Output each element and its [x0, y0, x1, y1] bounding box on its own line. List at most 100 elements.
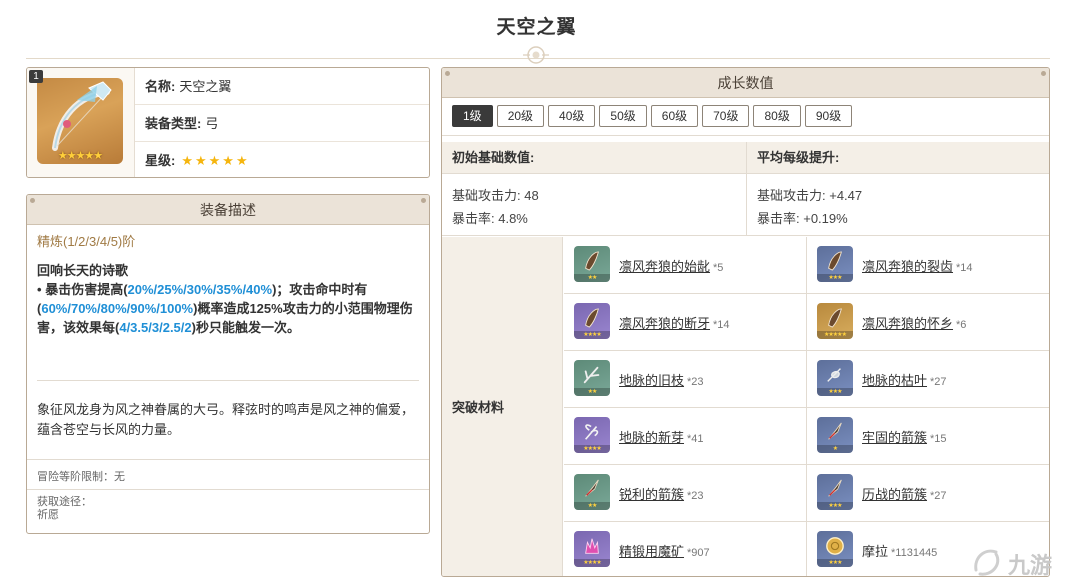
material-link[interactable]: 地脉的旧枝 *23 [619, 370, 704, 389]
material-count: *6 [956, 319, 967, 331]
info-key: 星级: [145, 153, 176, 168]
bullet: • [37, 282, 42, 297]
material-cell: ★★★★★ 凛风奔狼的怀乡 *6 [807, 294, 1049, 351]
coin-icon [826, 537, 844, 555]
ornament-icon [523, 46, 549, 64]
stat-value: 基础攻击力: +4.47 [757, 188, 863, 203]
material-stars: ★★★★★ [817, 331, 853, 339]
material-link[interactable]: 地脉的新芽 *41 [619, 427, 704, 446]
material-count: *27 [930, 376, 947, 388]
material-stars: ★★★★ [574, 331, 610, 339]
material-link[interactable]: 凛风奔狼的怀乡 *6 [862, 313, 966, 332]
material-count: *27 [930, 490, 947, 502]
material-cell: ★ 牢固的箭簇 *15 [807, 408, 1049, 465]
material-count: *15 [930, 433, 947, 445]
material-icon-frame: ★★ [574, 246, 610, 282]
material-stars: ★★★★ [574, 559, 610, 567]
level-tab[interactable]: 80级 [753, 105, 801, 127]
material-name: 凛风奔狼的裂齿 [862, 259, 954, 274]
tooth-icon [828, 251, 842, 271]
per-level-label: 平均每级提升: [757, 150, 840, 165]
sprout-icon [585, 424, 599, 440]
obtain-value: 祈愿 [37, 509, 59, 521]
material-link[interactable]: 地脉的枯叶 *27 [862, 370, 947, 389]
material-icon-frame: ★ [817, 417, 853, 453]
material-link[interactable]: 凛风奔狼的断牙 *14 [619, 313, 730, 332]
material-icon-frame: ★★★★ [574, 303, 610, 339]
material-link[interactable]: 历战的箭簇 *27 [862, 484, 947, 503]
skill-highlight: 60%/70%/80%/90%/100% [41, 301, 194, 316]
stat-value: 暴击率: 4.8% [452, 211, 528, 226]
level-tab[interactable]: 70级 [702, 105, 750, 127]
branch-icon [583, 366, 600, 384]
tooth-icon [828, 308, 842, 328]
lore-text: 象征风龙身为风之神眷属的大弓。释弦时的鸣声是风之神的偏爱，蕴含苍空与长风的力量。 [37, 402, 415, 437]
material-name: 锐利的箭簇 [619, 487, 685, 502]
skill-text: • 暴击伤害提高(20%/25%/30%/35%/40%)；攻击命中时有(60%… [37, 280, 419, 337]
level-tab[interactable]: 90级 [804, 105, 853, 127]
arrowhead-icon [828, 422, 842, 440]
material-link[interactable]: 凛风奔狼的始龀 *5 [619, 256, 723, 275]
skill-highlight: 4/3.5/3/2.5/2 [119, 320, 192, 335]
skill-name: 回响长天的诗歌 [37, 263, 129, 278]
material-cell: ★★★ 历战的箭簇 *27 [807, 465, 1049, 522]
material-stars: ★★★ [817, 274, 853, 282]
material-icon-frame: ★★★ [817, 360, 853, 396]
material-link: 摩拉 *1131445 [862, 541, 937, 560]
growth-panel: 成长数值 1级 20级 40级 50级 60级 70级 80级 90级 初始基础数值: 平均每… [441, 67, 1050, 577]
material-stars: ★ [817, 445, 853, 453]
info-key: 装备类型: [145, 116, 202, 131]
description-header: 装备描述 [27, 195, 429, 225]
per-level-stats: 基础攻击力: +4.47 暴击率: +0.19% [747, 174, 862, 236]
level-tab[interactable]: 40级 [548, 105, 596, 127]
weapon-image: ★★★★★ [37, 78, 123, 164]
obtain-method: 获取途径： 祈愿 [27, 489, 429, 533]
material-name: 凛风奔狼的断牙 [619, 316, 711, 331]
arrowhead-icon [828, 479, 842, 497]
material-cell: ★★ 地脉的旧枝 *23 [564, 351, 807, 408]
material-count: *23 [687, 376, 704, 388]
materials-label: 突破材料 [442, 237, 563, 576]
material-link[interactable]: 凛风奔狼的裂齿 *14 [862, 256, 973, 275]
info-row-type: 装备类型: 弓 [135, 105, 429, 142]
material-icon-frame: ★★★ [817, 246, 853, 282]
skill-highlight: 20%/25%/30%/35%/40% [127, 282, 273, 297]
material-name: 凛风奔狼的怀乡 [862, 316, 954, 331]
crystal-icon [585, 538, 599, 554]
info-key: 名称: [145, 79, 176, 94]
tooth-icon [585, 308, 599, 328]
material-icon-frame: ★★ [574, 360, 610, 396]
material-icon-frame: ★★★★ [574, 531, 610, 567]
material-name: 摩拉 [862, 544, 889, 559]
material-count: *41 [687, 433, 704, 445]
material-name: 历战的箭簇 [862, 487, 928, 502]
material-name: 地脉的新芽 [619, 430, 685, 445]
weapon-image-cell: ★★★★★ 1 [27, 68, 135, 177]
info-row-rarity: 星级: ★★★★★ [135, 142, 429, 177]
level-tab[interactable]: 1级 [452, 105, 493, 127]
material-link[interactable]: 精锻用魔矿 *907 [619, 541, 710, 560]
material-cell: ★★★★ 凛风奔狼的断牙 *14 [564, 294, 807, 351]
base-stats-label: 初始基础数值: [452, 150, 535, 165]
level-tab[interactable]: 50级 [599, 105, 647, 127]
description-panel: 装备描述 精炼(1/2/3/4/5)阶 回响长天的诗歌 • 暴击伤害提高(20%… [26, 194, 430, 534]
material-count: *14 [956, 262, 973, 274]
weapon-info-card: ★★★★★ 1 名称: 天空之翼 装备类型: 弓 星级: ★★★★★ [26, 67, 430, 178]
material-icon-frame: ★★★★ [574, 417, 610, 453]
material-icon-frame: ★★★ [817, 474, 853, 510]
material-cell: ★★ 锐利的箭簇 *23 [564, 465, 807, 522]
material-name: 地脉的旧枝 [619, 373, 685, 388]
material-count: *907 [687, 547, 710, 559]
stat-value: 暴击率: +0.19% [757, 211, 848, 226]
rarity-stars: ★★★★★ [181, 153, 250, 168]
material-link[interactable]: 锐利的箭簇 *23 [619, 484, 704, 503]
material-stars: ★★ [574, 274, 610, 282]
material-cell: ★★★ 地脉的枯叶 *27 [807, 351, 1049, 408]
material-count: *5 [713, 262, 724, 274]
material-stars: ★★★ [817, 559, 853, 567]
level-tab[interactable]: 20级 [496, 105, 545, 127]
level-tab[interactable]: 60级 [650, 105, 699, 127]
skill-text-part: )秒只能触发一次。 [191, 320, 300, 335]
material-link[interactable]: 牢固的箭簇 *15 [862, 427, 947, 446]
material-stars: ★★★ [817, 502, 853, 510]
